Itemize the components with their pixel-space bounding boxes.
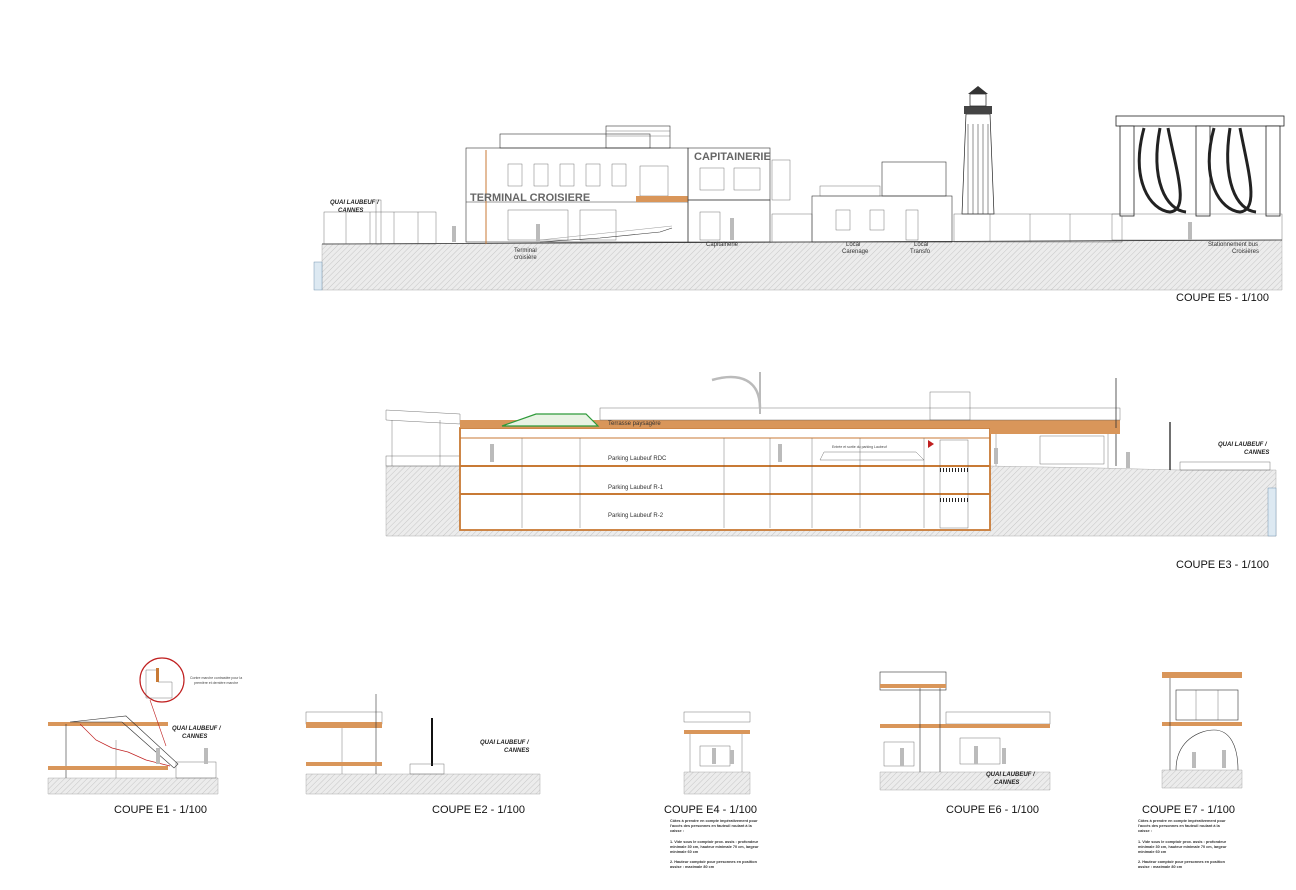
e5-quai-2: CANNES	[338, 208, 363, 214]
e3-label-parking-r2: Parking Laubeuf R-2	[608, 513, 664, 519]
e3-parking-structure	[459, 427, 991, 531]
e1-quai-2: CANNES	[182, 734, 207, 740]
e7-note-4: 1. Vide sous le comptoir prox. assis : p…	[1138, 840, 1227, 844]
e5-people	[452, 218, 1192, 242]
e3-water	[1267, 487, 1277, 537]
e7-note-6: minimale 60 cm	[1138, 850, 1167, 854]
e5-left-fence	[323, 199, 437, 245]
e7-note-8: assise : maximale 80 cm	[1138, 865, 1183, 869]
e5-lighthouse	[961, 86, 995, 215]
e1-detail-circle	[139, 657, 185, 703]
caption-e2: COUPE E2 - 1/100	[432, 804, 525, 816]
e5-label-bus-2: Croisières	[1232, 249, 1259, 255]
e5-bus-gantry	[1111, 115, 1285, 241]
e6-quai-2: CANNES	[994, 780, 1019, 786]
e5-label-bus-1: Stationnement bus	[1208, 242, 1258, 248]
e4-note-7: 2. Hauteur comptoir pour personnes en po…	[670, 860, 758, 864]
caption-e5: COUPE E5 - 1/100	[1176, 292, 1269, 304]
e5-terminal-building	[465, 125, 689, 244]
e2-quai-2: CANNES	[504, 748, 529, 754]
e5-label-carenage-2: Carenage	[842, 249, 869, 255]
e4-note-8: assise : maximale 80 cm	[670, 865, 715, 869]
e5-label-terminal-2: croisière	[514, 255, 537, 261]
sign-terminal: TERMINAL CROISIERE	[470, 192, 590, 204]
e7-ground	[1161, 769, 1243, 789]
section-e1: Contre marche contrastée pour la premièr…	[47, 657, 242, 816]
drawing-sheet: TERMINAL CROISIERE CAPITAINERIE QUAI LAU…	[47, 86, 1285, 869]
e4-ground	[683, 771, 751, 795]
caption-e1: COUPE E1 - 1/100	[114, 804, 207, 816]
e4-note-6: minimale 60 cm	[670, 850, 699, 854]
section-e4: COUPE E4 - 1/100 Côtes à prendre en comp…	[664, 711, 759, 869]
e4-note-1: Côtes à prendre en compte impérativement…	[670, 819, 758, 823]
e3-label-entree: Entrée et sortie du parking Laubeuf	[832, 445, 887, 449]
e1-quai-1: QUAI LAUBEUF /	[172, 726, 222, 732]
e4-note-3: caisse :	[670, 829, 684, 833]
e3-left-canopy	[385, 409, 461, 467]
section-e3: Terrasse paysagère Parking Laubeuf RDC P…	[385, 372, 1277, 571]
caption-e6: COUPE E6 - 1/100	[946, 804, 1039, 816]
caption-e3: COUPE E3 - 1/100	[1176, 559, 1269, 571]
e7-note-7: 2. Hauteur comptoir pour personnes en po…	[1138, 860, 1226, 864]
e1-ground	[47, 777, 219, 795]
e4-note-2: l'accès des personnes en fauteuil roulan…	[670, 824, 753, 828]
e5-label-terminal-1: Terminal	[514, 248, 537, 254]
e4-note-4: 1. Vide sous le comptoir prox. assis : p…	[670, 840, 759, 844]
caption-e4: COUPE E4 - 1/100	[664, 804, 757, 816]
sign-capitainerie: CAPITAINERIE	[694, 151, 771, 163]
section-e7: COUPE E7 - 1/100 Côtes à prendre en comp…	[1138, 672, 1243, 869]
e2-ground	[305, 773, 541, 795]
e3-quai-2: CANNES	[1244, 450, 1269, 456]
e5-label-capitainerie: Capitainerie	[706, 242, 739, 248]
e5-fence-mid	[771, 213, 813, 243]
section-e5: TERMINAL CROISIERE CAPITAINERIE QUAI LAU…	[313, 86, 1285, 304]
section-e6: QUAI LAUBEUF / CANNES COUPE E6 - 1/100	[879, 671, 1051, 816]
e3-label-parking-r1: Parking Laubeuf R-1	[608, 485, 664, 491]
e6-quai-1: QUAI LAUBEUF /	[986, 772, 1036, 778]
e5-label-transfo-2: Transfo	[910, 249, 931, 255]
e5-label-carenage-1: Local	[846, 242, 860, 248]
e4-note-5: minimale 30 cm, hauteur minimale 70 cm, …	[670, 845, 759, 849]
e5-quai-1: QUAI LAUBEUF /	[330, 200, 380, 206]
e5-fence-right	[953, 213, 1123, 243]
e2-quai-1: QUAI LAUBEUF /	[480, 740, 530, 746]
e7-note-5: minimale 30 cm, hauteur minimale 70 cm, …	[1138, 845, 1227, 849]
e3-quai-1: QUAI LAUBEUF /	[1218, 442, 1268, 448]
e7-note-1: Côtes à prendre en compte impérativement…	[1138, 819, 1226, 823]
e5-water	[313, 261, 323, 291]
e5-label-transfo-1: Local	[914, 242, 928, 248]
caption-e7: COUPE E7 - 1/100	[1142, 804, 1235, 816]
e1-detail-note-1: Contre marche contrastée pour la	[190, 676, 242, 680]
e7-note-3: caisse :	[1138, 829, 1152, 833]
section-e2: QUAI LAUBEUF / CANNES COUPE E2 - 1/100	[305, 694, 541, 816]
e5-ground	[321, 239, 1283, 291]
e3-label-parking-rdc: Parking Laubeuf RDC	[608, 456, 667, 462]
e5-local-carenage	[811, 161, 953, 243]
e7-note-2: l'accès des personnes en fauteuil roulan…	[1138, 824, 1221, 828]
e1-detail-note-2: première et dernière marche	[194, 681, 238, 685]
e3-label-terrasse: Terrasse paysagère	[608, 421, 661, 427]
